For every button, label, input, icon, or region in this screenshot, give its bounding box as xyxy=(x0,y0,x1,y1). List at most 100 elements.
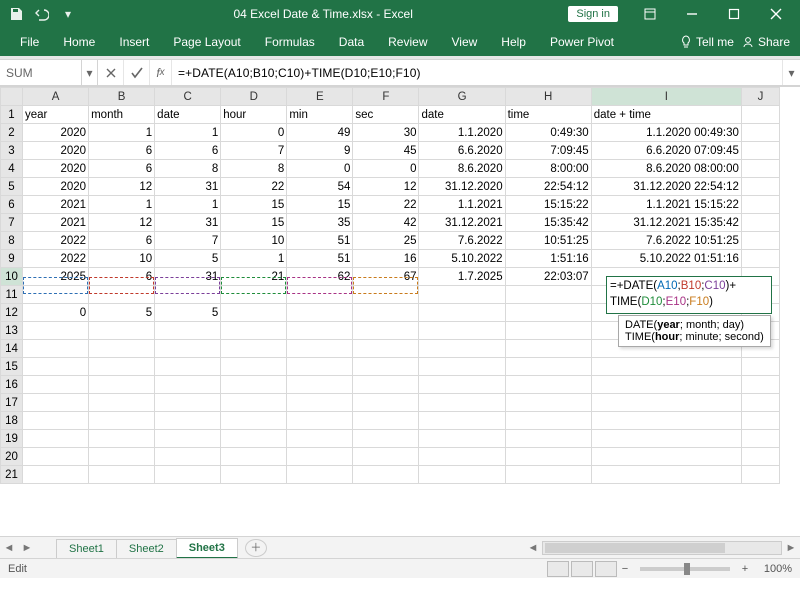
cell[interactable] xyxy=(419,430,505,448)
cell[interactable]: 1:51:16 xyxy=(505,250,591,268)
cell[interactable]: 8.6.2020 08:00:00 xyxy=(591,160,741,178)
zoom-level[interactable]: 100% xyxy=(752,563,792,575)
cell[interactable] xyxy=(287,340,353,358)
select-all-corner[interactable] xyxy=(1,88,23,106)
cell[interactable] xyxy=(505,340,591,358)
sheet-nav-next[interactable]: ► xyxy=(18,542,36,554)
cell[interactable]: 1.1.2021 15:15:22 xyxy=(591,196,741,214)
cell[interactable]: 35 xyxy=(287,214,353,232)
cell[interactable] xyxy=(221,322,287,340)
cell[interactable] xyxy=(89,322,155,340)
cell[interactable] xyxy=(419,394,505,412)
cell[interactable]: 42 xyxy=(353,214,419,232)
rowhdr[interactable]: 17 xyxy=(1,394,23,412)
cell[interactable]: month xyxy=(89,106,155,124)
cell[interactable]: 0 xyxy=(23,304,89,322)
cell[interactable]: 25 xyxy=(353,232,419,250)
tab-view[interactable]: View xyxy=(440,28,490,56)
cell[interactable]: 6 xyxy=(89,142,155,160)
cell[interactable] xyxy=(221,376,287,394)
cell[interactable]: 1.7.2025 xyxy=(419,268,505,286)
cell[interactable] xyxy=(221,358,287,376)
cell[interactable]: 31.12.2021 xyxy=(419,214,505,232)
cell[interactable] xyxy=(419,466,505,484)
colhdr-G[interactable]: G xyxy=(419,88,505,106)
cell[interactable]: 2020 xyxy=(23,124,89,142)
cell[interactable] xyxy=(287,322,353,340)
cell[interactable] xyxy=(419,412,505,430)
new-sheet-button[interactable]: ＋ xyxy=(245,539,267,557)
cell[interactable] xyxy=(353,322,419,340)
cell[interactable] xyxy=(505,466,591,484)
zoom-out-button[interactable]: − xyxy=(618,563,632,575)
cell[interactable] xyxy=(287,448,353,466)
undo-icon[interactable] xyxy=(32,4,52,24)
formula-input[interactable]: =+DATE(A10;B10;C10)+TIME(D10;E10;F10) xyxy=(172,60,782,85)
cell[interactable]: date + time xyxy=(591,106,741,124)
cell[interactable] xyxy=(353,376,419,394)
colhdr-J[interactable]: J xyxy=(741,88,779,106)
cell[interactable]: 7.6.2022 10:51:25 xyxy=(591,232,741,250)
cell[interactable]: 45 xyxy=(353,142,419,160)
cell[interactable]: 6 xyxy=(89,160,155,178)
cell[interactable] xyxy=(591,358,741,376)
cell[interactable] xyxy=(353,412,419,430)
cell[interactable] xyxy=(505,286,591,304)
cell[interactable] xyxy=(353,430,419,448)
colhdr-H[interactable]: H xyxy=(505,88,591,106)
rowhdr[interactable]: 8 xyxy=(1,232,23,250)
cell[interactable] xyxy=(23,412,89,430)
cell[interactable] xyxy=(353,304,419,322)
cell[interactable] xyxy=(505,430,591,448)
cell[interactable] xyxy=(155,430,221,448)
cell[interactable] xyxy=(505,376,591,394)
cell[interactable] xyxy=(505,448,591,466)
cell[interactable]: 8.6.2020 xyxy=(419,160,505,178)
minimize-button[interactable] xyxy=(672,0,712,28)
rowhdr[interactable]: 13 xyxy=(1,322,23,340)
cell[interactable] xyxy=(419,304,505,322)
cell[interactable]: 7 xyxy=(221,142,287,160)
cell[interactable] xyxy=(221,340,287,358)
cell[interactable] xyxy=(505,304,591,322)
cell[interactable] xyxy=(591,466,741,484)
cell[interactable] xyxy=(155,412,221,430)
cell[interactable] xyxy=(221,304,287,322)
ribbon-options-icon[interactable] xyxy=(630,0,670,28)
cell[interactable] xyxy=(155,394,221,412)
tab-home[interactable]: Home xyxy=(51,28,107,56)
colhdr-D[interactable]: D xyxy=(221,88,287,106)
hscroll-left[interactable]: ◄ xyxy=(524,542,542,554)
cell[interactable]: 51 xyxy=(287,232,353,250)
cell[interactable]: 22 xyxy=(221,178,287,196)
cell[interactable]: 22:03:07 xyxy=(505,268,591,286)
cell[interactable] xyxy=(89,376,155,394)
cell[interactable] xyxy=(353,394,419,412)
cell[interactable] xyxy=(221,430,287,448)
colhdr-F[interactable]: F xyxy=(353,88,419,106)
cell[interactable]: 31.12.2021 15:35:42 xyxy=(591,214,741,232)
cell[interactable] xyxy=(353,466,419,484)
cell[interactable]: 1.1.2020 00:49:30 xyxy=(591,124,741,142)
rowhdr[interactable]: 1 xyxy=(1,106,23,124)
cell[interactable]: 31.12.2020 22:54:12 xyxy=(591,178,741,196)
save-icon[interactable] xyxy=(6,4,26,24)
cell[interactable]: 5.10.2022 xyxy=(419,250,505,268)
cell[interactable]: sec xyxy=(353,106,419,124)
cell[interactable]: 6.6.2020 07:09:45 xyxy=(591,142,741,160)
cell[interactable]: 15:35:42 xyxy=(505,214,591,232)
cell[interactable]: 16 xyxy=(353,250,419,268)
rowhdr[interactable]: 5 xyxy=(1,178,23,196)
rowhdr[interactable]: 9 xyxy=(1,250,23,268)
cell[interactable] xyxy=(23,430,89,448)
rowhdr[interactable]: 7 xyxy=(1,214,23,232)
cell[interactable] xyxy=(419,340,505,358)
cell[interactable]: 7.6.2022 xyxy=(419,232,505,250)
tab-pagelayout[interactable]: Page Layout xyxy=(161,28,252,56)
cell[interactable] xyxy=(353,448,419,466)
rowhdr[interactable]: 11 xyxy=(1,286,23,304)
cell[interactable]: 1 xyxy=(155,124,221,142)
cell[interactable]: 10 xyxy=(221,232,287,250)
cancel-formula-button[interactable] xyxy=(98,60,124,85)
cell[interactable]: 10:51:25 xyxy=(505,232,591,250)
